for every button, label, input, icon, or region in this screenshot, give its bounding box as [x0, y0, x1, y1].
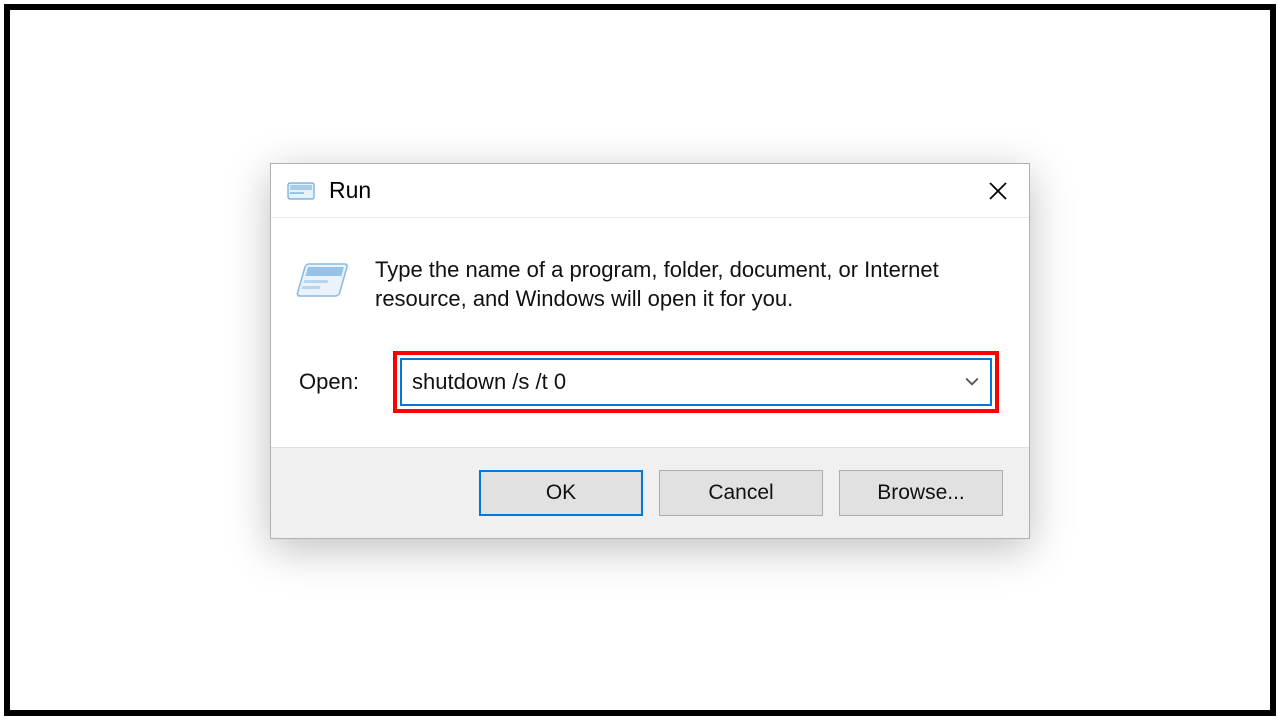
cancel-button[interactable]: Cancel	[659, 470, 823, 516]
open-label: Open:	[295, 369, 365, 395]
dialog-footer: OK Cancel Browse...	[271, 447, 1029, 538]
chevron-down-icon	[965, 377, 979, 387]
run-dialog: Run Type the n	[270, 163, 1030, 539]
highlight-annotation	[393, 351, 999, 413]
dialog-content: Type the name of a program, folder, docu…	[375, 256, 999, 413]
ok-button[interactable]: OK	[479, 470, 643, 516]
close-button[interactable]	[967, 164, 1029, 218]
dialog-title: Run	[329, 177, 967, 204]
open-combobox[interactable]	[400, 358, 992, 406]
open-dropdown-button[interactable]	[954, 377, 990, 387]
instruction-text: Type the name of a program, folder, docu…	[375, 256, 999, 313]
open-input[interactable]	[402, 369, 954, 395]
outer-frame: Run Type the n	[4, 4, 1276, 716]
browse-button[interactable]: Browse...	[839, 470, 1003, 516]
close-icon	[988, 181, 1008, 201]
titlebar: Run	[271, 164, 1029, 218]
open-row: Open:	[295, 351, 999, 413]
dialog-body: Type the name of a program, folder, docu…	[271, 218, 1029, 447]
run-icon	[287, 180, 315, 202]
